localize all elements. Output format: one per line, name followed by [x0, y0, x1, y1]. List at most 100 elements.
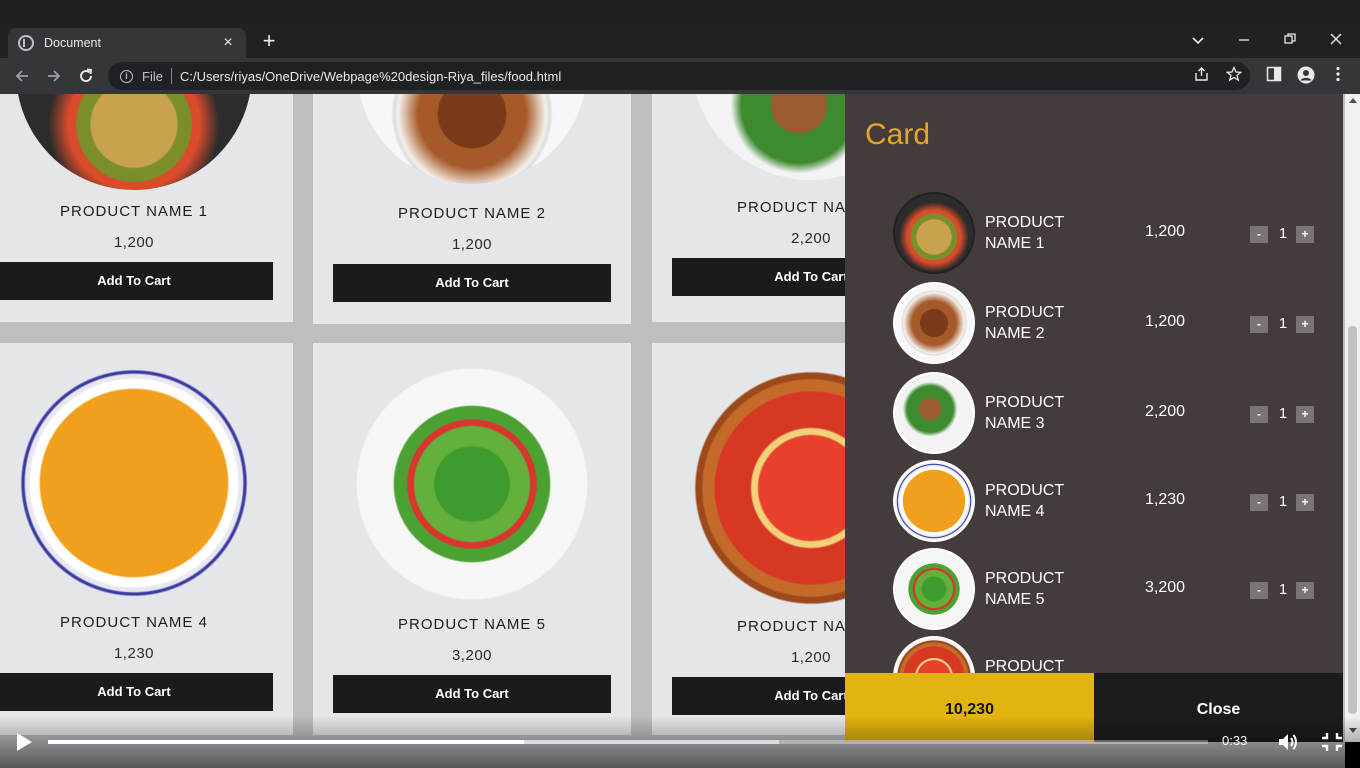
product-image	[353, 365, 591, 603]
add-to-cart-button[interactable]: Add To Cart	[0, 262, 273, 300]
cart-item-qty: 1	[1278, 315, 1288, 332]
product-card: PRODUCT NAME 2 1,200 Add To Cart	[313, 94, 631, 324]
increase-qty-button[interactable]: +	[1296, 582, 1314, 599]
bookmark-button[interactable]	[1224, 65, 1244, 86]
url-scheme: File	[142, 68, 163, 84]
scrollbar-thumb[interactable]	[1348, 326, 1357, 714]
close-icon	[1330, 33, 1342, 45]
volume-icon[interactable]	[1276, 731, 1300, 753]
cart-item-qty: 1	[1278, 581, 1288, 598]
minimize-icon	[1239, 39, 1249, 41]
star-icon	[1225, 65, 1243, 82]
title-strip	[0, 0, 1360, 24]
video-controls: 0:33	[0, 716, 1360, 768]
product-card: PRODUCT NAME 5 3,200 Add To Cart	[313, 343, 631, 735]
current-time: 0:33	[1222, 733, 1248, 748]
cart-item: PRODUCT NAME 4 1,230 - 1 +	[845, 460, 1343, 548]
cart-item: PRODUCT NAME 2 1,200 - 1 +	[845, 282, 1343, 370]
address-bar[interactable]: i File C:/Users/riyas/OneDrive/Webpage%2…	[108, 62, 1250, 90]
decrease-qty-button[interactable]: -	[1250, 406, 1268, 423]
cart-item-image	[893, 636, 975, 674]
cart-item-name: PRODUCT NAME 3	[985, 394, 1064, 432]
cart-item-image	[893, 372, 975, 454]
forward-button[interactable]	[42, 64, 66, 88]
product-name: PRODUCT NAME 5	[398, 616, 546, 633]
tab-close-button[interactable]: ×	[220, 34, 236, 52]
cart-item-price: 1,200	[1145, 223, 1186, 240]
cart-item-list: PRODUCT NAME 1 1,200 - 1 + PRODUCT NAME …	[845, 186, 1343, 674]
chevron-down-icon	[1192, 37, 1204, 45]
avatar-icon	[1297, 66, 1315, 84]
increase-qty-button[interactable]: +	[1296, 494, 1314, 511]
cart-item-name: PRODUCT NAME 4	[985, 482, 1064, 520]
minimize-button[interactable]	[1224, 28, 1264, 54]
add-to-cart-button[interactable]: Add To Cart	[333, 264, 611, 302]
profile-button[interactable]	[1296, 66, 1316, 86]
play-icon[interactable]	[17, 733, 32, 751]
product-card: PRODUCT NAME 4 1,230 Add To Cart	[0, 343, 293, 735]
restore-button[interactable]	[1270, 28, 1310, 54]
reload-button[interactable]	[74, 64, 98, 88]
increase-qty-button[interactable]: +	[1296, 226, 1314, 243]
cart-item-price: 1,230	[1145, 491, 1186, 508]
decrease-qty-button[interactable]: -	[1250, 226, 1268, 243]
info-icon[interactable]: i	[120, 69, 133, 83]
cart-item-image	[893, 460, 975, 542]
decrease-qty-button[interactable]: -	[1250, 582, 1268, 599]
add-to-cart-button[interactable]: Add To Cart	[0, 673, 273, 711]
product-price: 3,200	[451, 647, 493, 664]
product-price: 1,230	[113, 645, 155, 662]
tab-search-button[interactable]	[1178, 28, 1218, 54]
cart-item-qty: 1	[1278, 225, 1288, 242]
browser-tab[interactable]: Document ×	[8, 28, 246, 58]
share-button[interactable]	[1192, 66, 1212, 86]
progress-fill	[48, 740, 524, 744]
cart-item-name: PRODUCT NAME 2	[985, 304, 1064, 342]
product-image	[357, 94, 587, 184]
cart-item: PRODUCT NAME 3 2,200 - 1 +	[845, 372, 1343, 460]
more-vert-icon	[1336, 66, 1340, 82]
menu-button[interactable]	[1328, 66, 1348, 86]
cart-item-qty: 1	[1278, 405, 1288, 422]
share-icon	[1195, 67, 1208, 81]
cart-item: PRODUCT NAME 5 3,200 - 1 +	[845, 548, 1343, 636]
product-name: PRODUCT NAME 4	[60, 614, 208, 631]
tab-title: Document	[44, 36, 101, 50]
cart-item: PRODUCT NAME 1 1,200 - 1 +	[845, 192, 1343, 280]
seek-bar[interactable]	[48, 740, 1208, 744]
product-image	[16, 94, 252, 190]
product-name: PRODUCT NAME 2	[398, 205, 546, 222]
arrow-left-icon	[15, 70, 28, 82]
browser-toolbar: i File C:/Users/riyas/OneDrive/Webpage%2…	[0, 58, 1360, 94]
cart-item: PRODUCT	[845, 636, 1343, 674]
reload-icon	[80, 68, 93, 82]
restore-icon	[1284, 33, 1296, 44]
side-panel-button[interactable]	[1264, 66, 1284, 86]
decrease-qty-button[interactable]: -	[1250, 494, 1268, 511]
side-panel-icon	[1266, 66, 1282, 82]
page-scrollbar[interactable]	[1345, 94, 1360, 742]
arrow-right-icon	[48, 70, 61, 82]
add-to-cart-button[interactable]: Add To Cart	[333, 675, 611, 713]
cart-item-price: 2,200	[1145, 403, 1186, 420]
cart-item-name: PRODUCT NAME 1	[985, 214, 1064, 252]
product-card: PRODUCT NAME 1 1,200 Add To Cart	[0, 94, 293, 322]
window-close-button[interactable]	[1316, 28, 1356, 54]
new-tab-button[interactable]: +	[256, 28, 282, 54]
back-button[interactable]	[10, 64, 34, 88]
cart-title: Card	[865, 118, 931, 151]
decrease-qty-button[interactable]: -	[1250, 316, 1268, 333]
increase-qty-button[interactable]: +	[1296, 406, 1314, 423]
cart-panel: Card PRODUCT NAME 1 1,200 - 1 + PRODUCT …	[845, 94, 1343, 742]
cart-item-image	[893, 192, 975, 274]
product-price: 1,200	[113, 234, 155, 251]
increase-qty-button[interactable]: +	[1296, 316, 1314, 333]
globe-icon	[18, 35, 34, 51]
cart-item-name: PRODUCT NAME 5	[985, 570, 1064, 608]
url-text[interactable]: C:/Users/riyas/OneDrive/Webpage%20design…	[180, 69, 561, 84]
scroll-up-arrow-icon[interactable]	[1349, 98, 1357, 103]
exit-fullscreen-icon[interactable]	[1320, 731, 1344, 753]
product-name: PRODUCT NAME 1	[60, 203, 208, 220]
cart-item-price: 3,200	[1145, 579, 1186, 596]
cart-item-image	[893, 548, 975, 630]
